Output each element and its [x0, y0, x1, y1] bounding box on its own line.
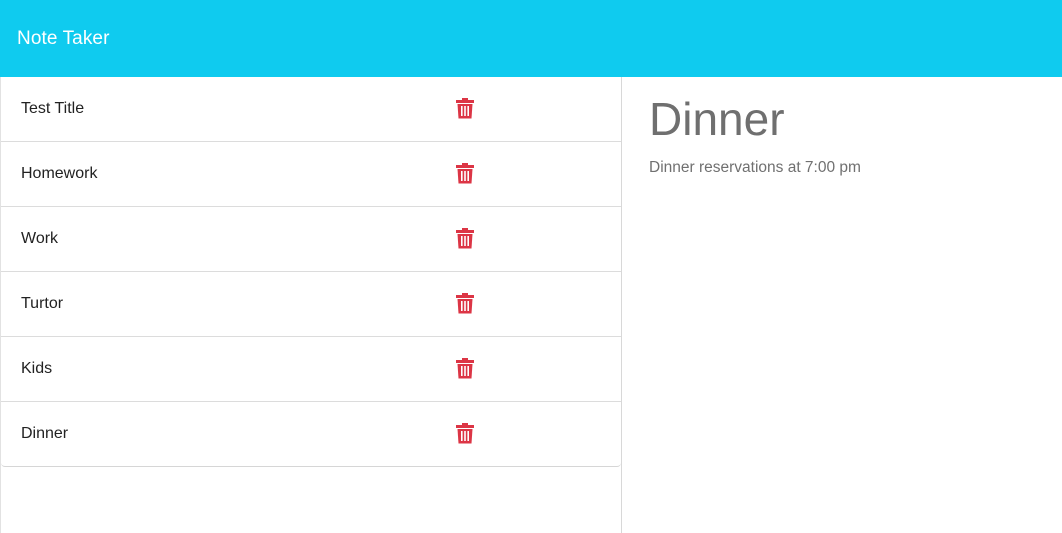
trash-icon[interactable]: [456, 293, 474, 314]
note-detail-pane: Dinner Dinner reservations at 7:00 pm: [622, 77, 1062, 533]
note-list-pane: Test Title Homework Work Turtor Kids Din…: [0, 77, 622, 533]
trash-icon[interactable]: [456, 163, 474, 184]
list-item[interactable]: Dinner: [1, 402, 621, 467]
list-item[interactable]: Homework: [1, 142, 621, 207]
trash-icon[interactable]: [456, 228, 474, 249]
note-title[interactable]: Dinner: [649, 91, 1035, 147]
list-item[interactable]: Kids: [1, 337, 621, 402]
note-item-title: Work: [21, 230, 59, 247]
note-item-title: Homework: [21, 165, 98, 182]
trash-icon[interactable]: [456, 358, 474, 379]
list-item[interactable]: Turtor: [1, 272, 621, 337]
note-text[interactable]: Dinner reservations at 7:00 pm: [649, 159, 1035, 177]
note-list: Test Title Homework Work Turtor Kids Din…: [1, 77, 621, 467]
note-item-title: Dinner: [21, 425, 69, 442]
trash-icon[interactable]: [456, 423, 474, 444]
main-container: Test Title Homework Work Turtor Kids Din…: [0, 77, 1062, 533]
note-item-title: Test Title: [21, 100, 85, 117]
list-item[interactable]: Test Title: [1, 77, 621, 142]
app-title-link[interactable]: Note Taker: [17, 28, 110, 50]
note-item-title: Turtor: [21, 295, 64, 312]
navbar: Note Taker: [0, 0, 1062, 77]
list-item[interactable]: Work: [1, 207, 621, 272]
trash-icon[interactable]: [456, 98, 474, 119]
note-item-title: Kids: [21, 360, 53, 377]
